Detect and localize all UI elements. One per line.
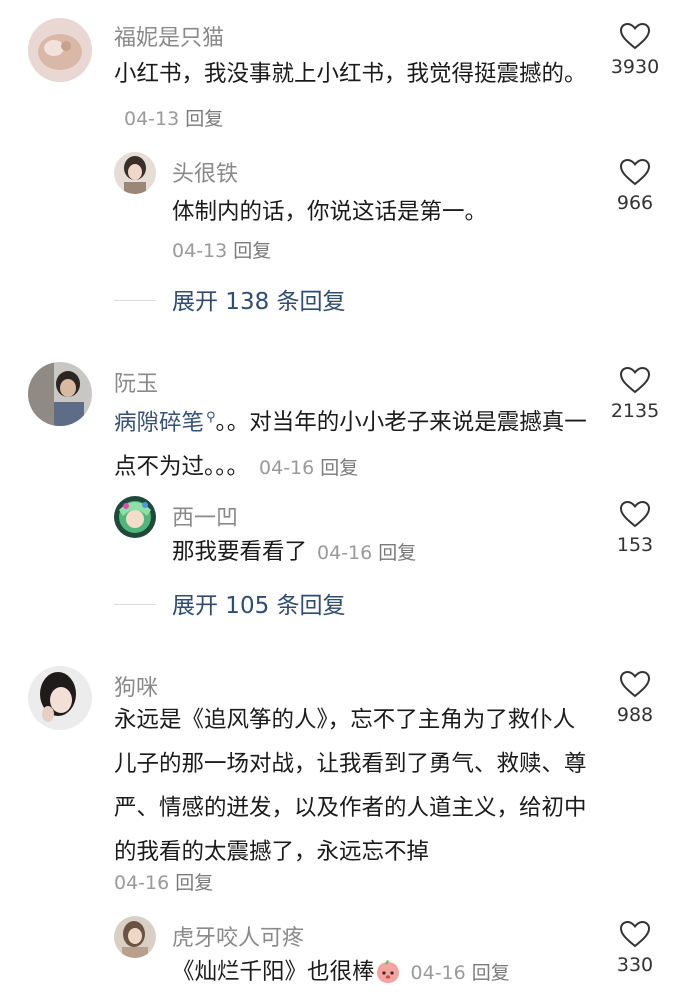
comment-date: 04-16 [259, 456, 315, 479]
like-button[interactable]: 3930 [600, 22, 670, 78]
expand-replies-label[interactable]: 展开 138 条回复 [172, 282, 346, 316]
comment-date: 04-16 [114, 872, 170, 894]
comment-2: 阮玉 病隙碎笔 ⚲。。对当年的小小老子来说是震撼真一点不为过。。。 04-16 回复 … [0, 362, 690, 482]
like-count: 330 [616, 954, 654, 976]
avatar-image [28, 666, 92, 730]
reply-date: 04-16 [410, 962, 466, 984]
mention-link[interactable]: 病隙碎笔 ⚲ [114, 410, 216, 436]
reply-2: 西一凹 那我要看看了 04-16 回复 153 [0, 496, 690, 576]
username[interactable]: 头很铁 [172, 156, 238, 188]
avatar[interactable] [114, 152, 156, 194]
expand-replies-label[interactable]: 展开 105 条回复 [172, 586, 346, 620]
comment-meta: 04-13 回复 [124, 108, 223, 130]
avatar[interactable] [28, 666, 92, 730]
comment-text: 永远是《追风筝的人》，忘不了主角为了救仆人儿子的那一场对战，让我看到了勇气、救赎… [114, 707, 587, 865]
reply-text: 《灿烂千阳》也很棒 04-16 回复 [172, 950, 592, 995]
username[interactable]: 西一凹 [172, 500, 238, 532]
heart-outline-icon [619, 670, 651, 698]
comment-body: 小红书，我没事就上小红书，我觉得挺震撼的。 [114, 61, 587, 87]
like-count: 153 [616, 534, 654, 556]
avatar-image [114, 496, 156, 538]
heart-outline-icon [619, 158, 651, 186]
comment-date: 04-13 [124, 108, 180, 130]
heart-outline-icon [619, 920, 651, 948]
like-button[interactable]: 2135 [600, 366, 670, 422]
like-button[interactable]: 988 [600, 670, 670, 726]
avatar-image [28, 18, 92, 82]
like-count: 988 [616, 704, 654, 726]
search-icon: ⚲ [206, 410, 216, 425]
reply-meta: 04-16 回复 [317, 542, 416, 564]
reply-date: 04-13 [172, 240, 228, 262]
mention-text[interactable]: 病隙碎笔 [114, 410, 204, 436]
username[interactable]: 虎牙咬人可疼 [172, 920, 304, 952]
avatar[interactable] [28, 18, 92, 82]
heart-outline-icon [619, 500, 651, 528]
reply-date: 04-16 [317, 542, 373, 564]
avatar[interactable] [114, 916, 156, 958]
reply-meta: 04-16 回复 [411, 962, 510, 984]
reply-link[interactable]: 回复 [320, 457, 358, 479]
expand-replies-2[interactable]: 展开 105 条回复 [0, 586, 690, 620]
reply-link[interactable]: 回复 [378, 542, 416, 564]
comment-text: 病隙碎笔 ⚲。。对当年的小小老子来说是震撼真一点不为过。。。 04-16 回复 [114, 396, 596, 490]
avatar-image [114, 152, 156, 194]
comment-meta: 04-16 回复 [114, 868, 213, 895]
like-button[interactable]: 330 [600, 920, 670, 976]
peach-emoji [375, 955, 401, 983]
avatar-image [114, 916, 156, 958]
avatar-image [28, 362, 92, 426]
comment-text: 小红书，我没事就上小红书，我觉得挺震撼的。 04-13 回复 [114, 52, 592, 141]
comment-3: 狗咪 永远是《追风筝的人》，忘不了主角为了救仆人儿子的那一场对战，让我看到了勇气… [0, 666, 690, 896]
divider [114, 604, 156, 605]
reply-text: 那我要看看了 04-16 回复 [172, 530, 592, 575]
reply-link[interactable]: 回复 [472, 962, 510, 984]
like-count: 2135 [610, 400, 660, 422]
reply-body: 那我要看看了 [172, 539, 308, 565]
reply-text: 体制内的话，你说这话是第一。 [172, 199, 488, 225]
comment-meta: 04-16 回复 [259, 457, 358, 479]
divider [114, 300, 156, 301]
reply-1: 头很铁 体制内的话，你说这话是第一。 04-13 回复 966 [0, 152, 690, 262]
reply-body: 《灿烂千阳》也很棒 [172, 959, 375, 985]
avatar[interactable] [28, 362, 92, 426]
username[interactable]: 阮玉 [114, 366, 158, 398]
like-button[interactable]: 966 [600, 158, 670, 214]
avatar[interactable] [114, 496, 156, 538]
reply-meta: 04-13 回复 [172, 236, 271, 263]
like-count: 3930 [610, 56, 660, 78]
reply-link[interactable]: 回复 [185, 108, 223, 130]
username[interactable]: 福妮是只猫 [114, 20, 224, 52]
reply-link[interactable]: 回复 [175, 872, 213, 894]
like-count: 966 [616, 192, 654, 214]
heart-outline-icon [619, 22, 651, 50]
expand-replies-1[interactable]: 展开 138 条回复 [0, 282, 690, 316]
reply-3: 虎牙咬人可疼 《灿烂千阳》也很棒 04-16 回复 330 [0, 916, 690, 996]
reply-link[interactable]: 回复 [233, 240, 271, 262]
like-button[interactable]: 153 [600, 500, 670, 556]
heart-outline-icon [619, 366, 651, 394]
